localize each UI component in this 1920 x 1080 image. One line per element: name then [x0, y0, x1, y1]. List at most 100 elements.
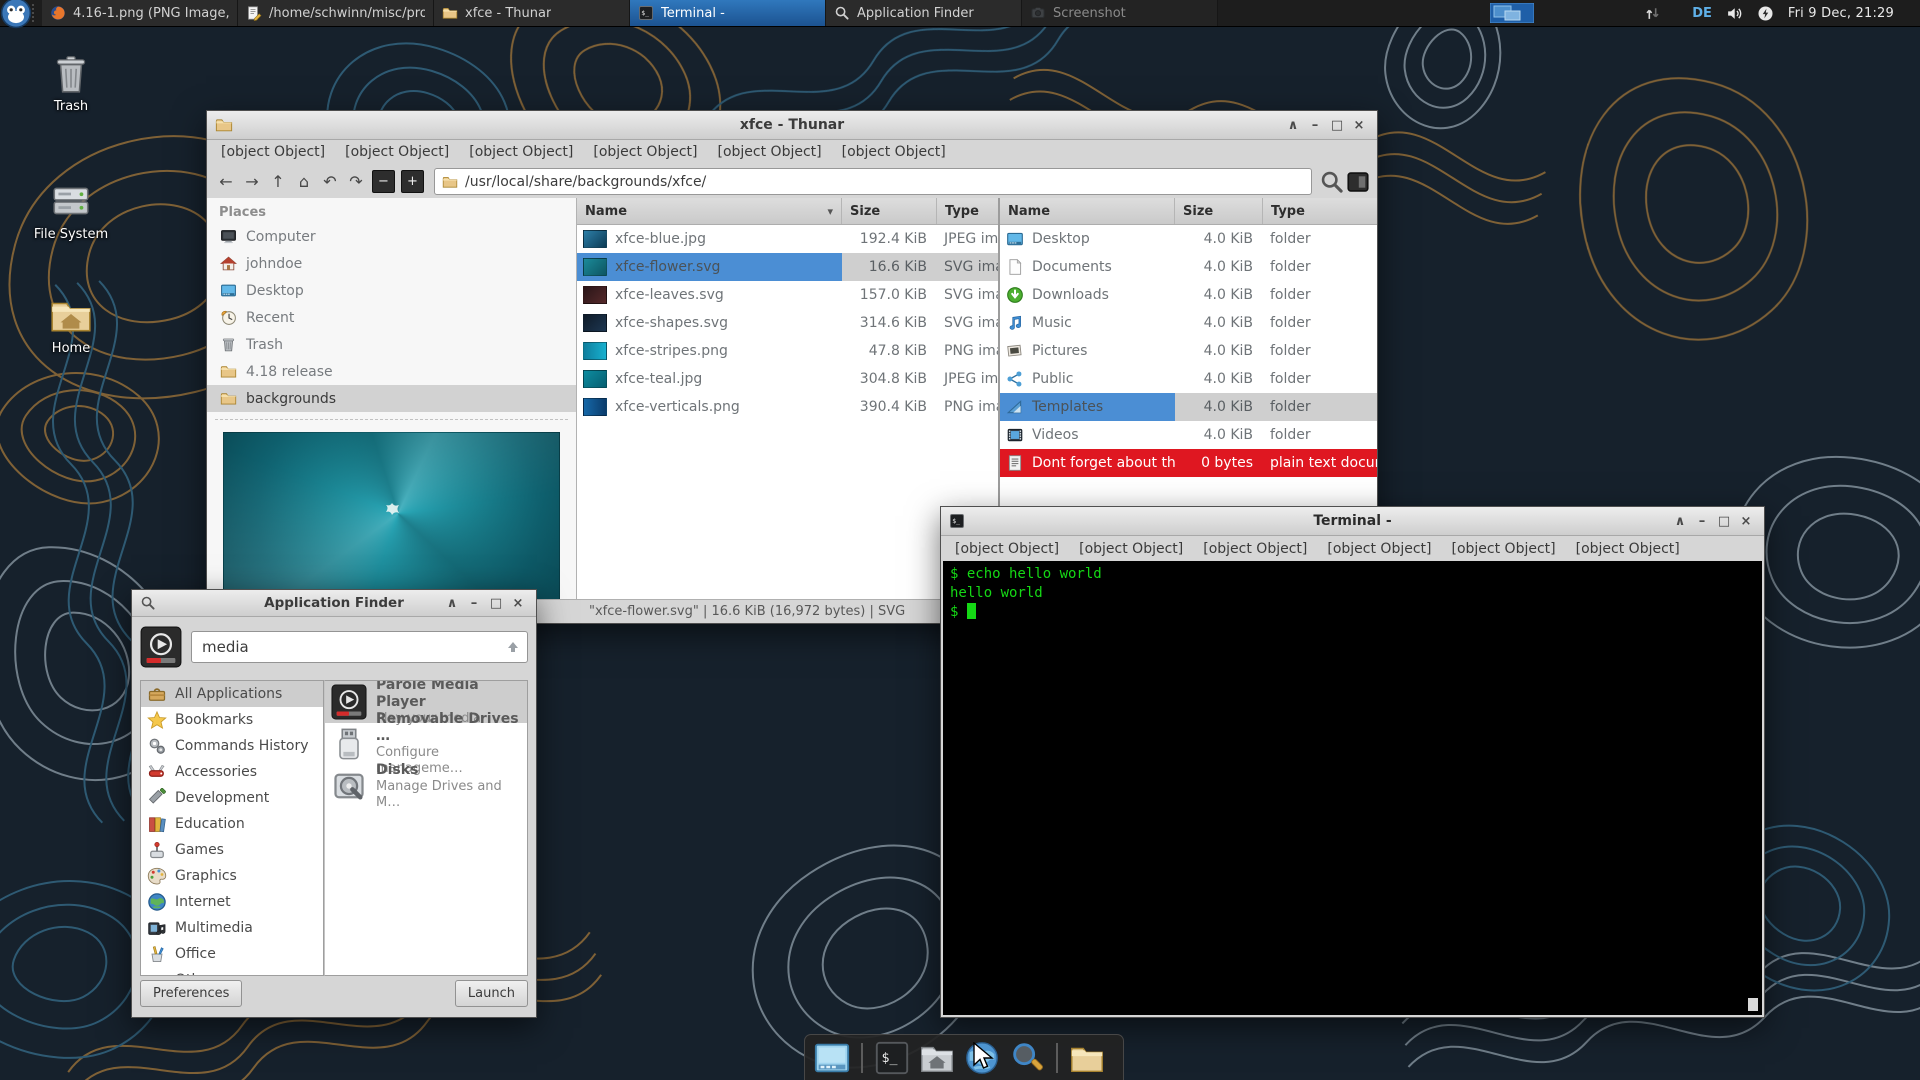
file-row[interactable]: Music 4.0 KiB folder	[1000, 309, 1377, 337]
column-header-name[interactable]: Name	[1000, 198, 1175, 224]
shade-button[interactable]: ∧	[1670, 511, 1690, 531]
file-row[interactable]: Public 4.0 KiB folder	[1000, 365, 1377, 393]
menu-item[interactable]: [object Object]	[708, 142, 832, 162]
file-row[interactable]: Documents 4.0 KiB folder	[1000, 253, 1377, 281]
category-item[interactable]: Multimedia	[141, 915, 323, 941]
sidebar-item[interactable]: Recent	[207, 304, 576, 331]
preferences-button[interactable]: Preferences	[140, 980, 243, 1007]
maximize-button[interactable]: □	[486, 593, 506, 613]
search-button[interactable]	[1319, 169, 1345, 195]
shade-button[interactable]: ∧	[442, 593, 462, 613]
dock-separator[interactable]	[861, 1042, 863, 1073]
close-button[interactable]: ×	[1349, 115, 1369, 135]
category-item[interactable]: Commands History	[141, 733, 323, 759]
forward-button[interactable]: →	[239, 169, 265, 195]
up-button[interactable]: ↑	[265, 169, 291, 195]
column-header-size[interactable]: Size	[842, 198, 937, 224]
column-header-name[interactable]: Name ▾	[577, 198, 842, 224]
show-desktop-launcher[interactable]	[812, 1038, 852, 1078]
resize-grip[interactable]	[1748, 998, 1758, 1011]
minimize-button[interactable]: –	[464, 593, 484, 613]
result-item[interactable]: Removable Drives … Configure manageme…	[325, 711, 527, 776]
menu-item[interactable]: [object Object]	[1566, 539, 1690, 559]
file-row[interactable]: xfce-stripes.png 47.8 KiB PNG image	[577, 337, 998, 365]
file-row[interactable]: Pictures 4.0 KiB folder	[1000, 337, 1377, 365]
menu-item[interactable]: [object Object]	[1317, 539, 1441, 559]
app-finder-launcher[interactable]	[1007, 1038, 1047, 1078]
file-row[interactable]: Videos 4.0 KiB folder	[1000, 421, 1377, 449]
file-row[interactable]: xfce-shapes.svg 314.6 KiB SVG image	[577, 309, 998, 337]
menu-item[interactable]: [object Object]	[832, 142, 956, 162]
workspace-pager[interactable]	[1489, 2, 1535, 24]
desktop-icon-home[interactable]: Home	[33, 292, 109, 356]
menu-item[interactable]: [object Object]	[211, 142, 335, 162]
taskbar-button[interactable]: 4.16-1.png (PNG Image, …	[42, 0, 238, 26]
column-header-type[interactable]: Type	[937, 198, 998, 224]
maximize-button[interactable]: □	[1714, 511, 1734, 531]
close-button[interactable]: ×	[508, 593, 528, 613]
undo-button[interactable]: ↶	[317, 169, 343, 195]
taskbar-button[interactable]: Application Finder	[826, 0, 1022, 26]
file-row[interactable]: Downloads 4.0 KiB folder	[1000, 281, 1377, 309]
sidebar-item[interactable]: backgrounds	[207, 385, 576, 412]
dock-separator[interactable]	[1056, 1042, 1058, 1073]
panel-handle[interactable]	[32, 4, 40, 22]
taskbar-button[interactable]: xfce - Thunar	[434, 0, 630, 26]
home-button[interactable]: ⌂	[291, 169, 317, 195]
menu-item[interactable]: [object Object]	[1193, 539, 1317, 559]
close-button[interactable]: ×	[1736, 511, 1756, 531]
menu-item[interactable]: [object Object]	[1442, 539, 1566, 559]
menu-item[interactable]: [object Object]	[1069, 539, 1193, 559]
taskbar-button[interactable]: $_ Terminal -	[630, 0, 826, 26]
desktop-icon-trash[interactable]: Trash	[33, 50, 109, 114]
file-row[interactable]: xfce-flower.svg 16.6 KiB SVG image	[577, 253, 998, 281]
desktop-icon-filesystem[interactable]: File System	[33, 178, 109, 242]
sidebar-item[interactable]: 4.18 release	[207, 358, 576, 385]
back-button[interactable]: ←	[213, 169, 239, 195]
arrow-up-icon[interactable]	[505, 639, 521, 655]
sidebar-item[interactable]: johndoe	[207, 250, 576, 277]
minimize-button[interactable]: –	[1305, 115, 1325, 135]
terminal-output[interactable]: $ echo hello world hello world $	[943, 561, 1762, 1015]
folder-launcher[interactable]	[1067, 1038, 1107, 1078]
category-item[interactable]: Other	[141, 967, 323, 975]
terminal-launcher[interactable]: $_	[872, 1038, 912, 1078]
category-item[interactable]: Accessories	[141, 759, 323, 785]
zoom-out-button[interactable]: −	[372, 170, 395, 193]
category-item[interactable]: Games	[141, 837, 323, 863]
result-item[interactable]: Disks Manage Drives and M…	[325, 762, 527, 810]
file-row[interactable]: xfce-teal.jpg 304.8 KiB JPEG image	[577, 365, 998, 393]
maximize-button[interactable]: □	[1327, 115, 1347, 135]
file-manager-launcher[interactable]	[917, 1038, 957, 1078]
sidebar-item[interactable]: Desktop	[207, 277, 576, 304]
sidebar-item[interactable]: Computer	[207, 223, 576, 250]
file-row[interactable]: xfce-leaves.svg 157.0 KiB SVG image	[577, 281, 998, 309]
zoom-in-button[interactable]: +	[401, 170, 424, 193]
thunar-titlebar[interactable]: xfce - Thunar ∧ – □ ×	[207, 111, 1377, 140]
network-indicator-icon[interactable]	[1644, 5, 1661, 22]
category-item[interactable]: Bookmarks	[141, 707, 323, 733]
category-item[interactable]: Office	[141, 941, 323, 967]
volume-indicator-icon[interactable]	[1726, 5, 1743, 22]
category-item[interactable]: Graphics	[141, 863, 323, 889]
redo-button[interactable]: ↷	[343, 169, 369, 195]
path-bar[interactable]: /usr/local/share/backgrounds/xfce/	[434, 168, 1312, 195]
file-row[interactable]: xfce-blue.jpg 192.4 KiB JPEG image	[577, 225, 998, 253]
category-item[interactable]: Education	[141, 811, 323, 837]
sidebar-item[interactable]: Trash	[207, 331, 576, 358]
column-header-type[interactable]: Type	[1263, 198, 1377, 224]
category-item[interactable]: Development	[141, 785, 323, 811]
taskbar-button[interactable]: /home/schwinn/misc/pro…	[238, 0, 434, 26]
minimize-button[interactable]: –	[1692, 511, 1712, 531]
category-item[interactable]: Internet	[141, 889, 323, 915]
clock[interactable]: Fri 9 Dec, 21:29	[1788, 6, 1894, 21]
taskbar-button[interactable]: Screenshot	[1022, 0, 1218, 26]
applications-menu-button[interactable]	[0, 0, 32, 29]
search-input[interactable]	[191, 631, 528, 663]
file-row[interactable]: Templates 4.0 KiB folder	[1000, 393, 1377, 421]
launch-button[interactable]: Launch	[454, 980, 528, 1007]
menu-item[interactable]: [object Object]	[335, 142, 459, 162]
menu-item[interactable]: [object Object]	[583, 142, 707, 162]
file-row[interactable]: Desktop 4.0 KiB folder	[1000, 225, 1377, 253]
shade-button[interactable]: ∧	[1283, 115, 1303, 135]
